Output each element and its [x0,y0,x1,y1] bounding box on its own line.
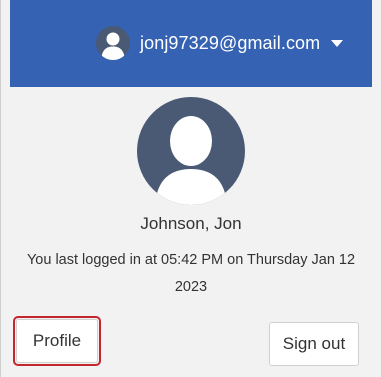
account-info: Johnson, Jon You last logged in at 05:42… [10,87,372,305]
caret-down-icon [331,39,344,47]
account-header-bar: jonj97329@gmail.com [10,0,372,87]
profile-avatar-icon [137,97,245,205]
account-dropdown-panel: jonj97329@gmail.com Johnson, Jon You las… [0,0,382,377]
account-actions: Profile Sign out [10,305,372,377]
user-avatar-icon [96,26,130,60]
sign-out-button[interactable]: Sign out [269,322,359,366]
user-display-name: Johnson, Jon [140,214,242,233]
last-login-text: You last logged in at 05:42 PM on Thursd… [26,252,356,295]
account-menu-toggle[interactable]: jonj97329@gmail.com [96,23,344,63]
account-email: jonj97329@gmail.com [140,32,321,53]
profile-button[interactable]: Profile [16,319,98,363]
